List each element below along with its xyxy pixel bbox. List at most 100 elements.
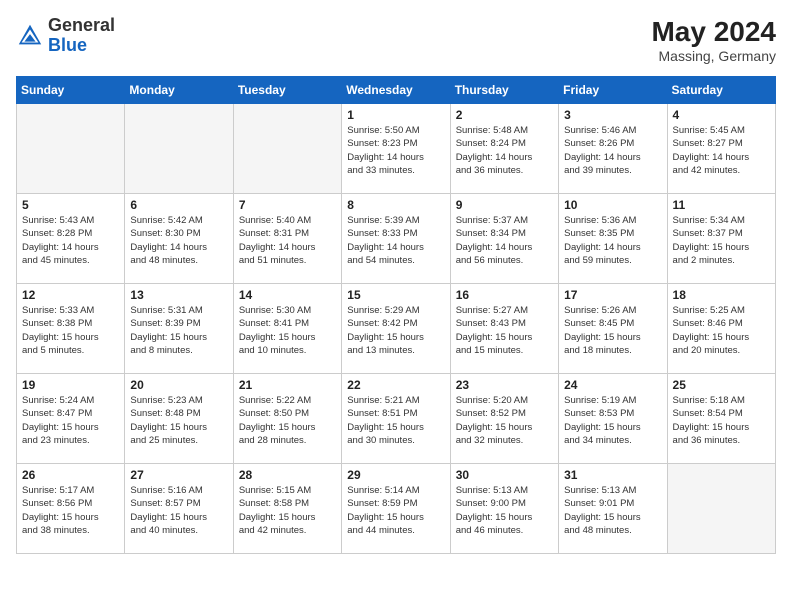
day-number: 23 bbox=[456, 378, 553, 392]
calendar-day: 25 Sunrise: 5:18 AM Sunset: 8:54 PM Dayli… bbox=[667, 374, 775, 464]
day-number: 7 bbox=[239, 198, 336, 212]
day-number: 24 bbox=[564, 378, 661, 392]
calendar-day: 2 Sunrise: 5:48 AM Sunset: 8:24 PM Daylig… bbox=[450, 104, 558, 194]
logo: General Blue bbox=[16, 16, 115, 56]
weekday-header: Saturday bbox=[667, 77, 775, 104]
day-info: Sunrise: 5:21 AM Sunset: 8:51 PM Dayligh… bbox=[347, 394, 444, 447]
calendar-day: 6 Sunrise: 5:42 AM Sunset: 8:30 PM Daylig… bbox=[125, 194, 233, 284]
calendar-day: 12 Sunrise: 5:33 AM Sunset: 8:38 PM Dayli… bbox=[17, 284, 125, 374]
day-number: 9 bbox=[456, 198, 553, 212]
calendar-day: 8 Sunrise: 5:39 AM Sunset: 8:33 PM Daylig… bbox=[342, 194, 450, 284]
title-block: May 2024 Massing, Germany bbox=[651, 16, 776, 64]
calendar-day: 26 Sunrise: 5:17 AM Sunset: 8:56 PM Dayli… bbox=[17, 464, 125, 554]
day-info: Sunrise: 5:50 AM Sunset: 8:23 PM Dayligh… bbox=[347, 124, 444, 177]
day-info: Sunrise: 5:31 AM Sunset: 8:39 PM Dayligh… bbox=[130, 304, 227, 357]
calendar-day bbox=[125, 104, 233, 194]
calendar-day: 23Sunrise: 5:20 AM Sunset: 8:52 PM Dayli… bbox=[450, 374, 558, 464]
month-year: May 2024 bbox=[651, 16, 776, 48]
weekday-header: Friday bbox=[559, 77, 667, 104]
day-number: 28 bbox=[239, 468, 336, 482]
day-info: Sunrise: 5:48 AM Sunset: 8:24 PM Dayligh… bbox=[456, 124, 553, 177]
calendar-day: 14 Sunrise: 5:30 AM Sunset: 8:41 PM Dayli… bbox=[233, 284, 341, 374]
calendar-day: 27 Sunrise: 5:16 AM Sunset: 8:57 PM Dayli… bbox=[125, 464, 233, 554]
day-number: 29 bbox=[347, 468, 444, 482]
day-number: 27 bbox=[130, 468, 227, 482]
calendar-day: 9Sunrise: 5:37 AM Sunset: 8:34 PM Daylig… bbox=[450, 194, 558, 284]
calendar-day: 29Sunrise: 5:14 AM Sunset: 8:59 PM Dayli… bbox=[342, 464, 450, 554]
calendar-day: 3 Sunrise: 5:46 AM Sunset: 8:26 PM Daylig… bbox=[559, 104, 667, 194]
day-number: 6 bbox=[130, 198, 227, 212]
day-info: Sunrise: 5:40 AM Sunset: 8:31 PM Dayligh… bbox=[239, 214, 336, 267]
day-number: 15 bbox=[347, 288, 444, 302]
calendar-day: 7 Sunrise: 5:40 AM Sunset: 8:31 PM Daylig… bbox=[233, 194, 341, 284]
weekday-header-row: SundayMondayTuesdayWednesdayThursdayFrid… bbox=[17, 77, 776, 104]
day-info: Sunrise: 5:36 AM Sunset: 8:35 PM Dayligh… bbox=[564, 214, 661, 267]
calendar-day: 13 Sunrise: 5:31 AM Sunset: 8:39 PM Dayli… bbox=[125, 284, 233, 374]
calendar-day: 28 Sunrise: 5:15 AM Sunset: 8:58 PM Dayli… bbox=[233, 464, 341, 554]
day-number: 31 bbox=[564, 468, 661, 482]
day-info: Sunrise: 5:34 AM Sunset: 8:37 PM Dayligh… bbox=[673, 214, 770, 267]
day-info: Sunrise: 5:13 AM Sunset: 9:00 PM Dayligh… bbox=[456, 484, 553, 537]
day-number: 8 bbox=[347, 198, 444, 212]
day-number: 18 bbox=[673, 288, 770, 302]
location: Massing, Germany bbox=[651, 48, 776, 64]
day-info: Sunrise: 5:26 AM Sunset: 8:45 PM Dayligh… bbox=[564, 304, 661, 357]
day-info: Sunrise: 5:17 AM Sunset: 8:56 PM Dayligh… bbox=[22, 484, 119, 537]
day-number: 10 bbox=[564, 198, 661, 212]
day-info: Sunrise: 5:18 AM Sunset: 8:54 PM Dayligh… bbox=[673, 394, 770, 447]
day-info: Sunrise: 5:29 AM Sunset: 8:42 PM Dayligh… bbox=[347, 304, 444, 357]
calendar-day: 11Sunrise: 5:34 AM Sunset: 8:37 PM Dayli… bbox=[667, 194, 775, 284]
day-info: Sunrise: 5:45 AM Sunset: 8:27 PM Dayligh… bbox=[673, 124, 770, 177]
day-number: 20 bbox=[130, 378, 227, 392]
day-number: 19 bbox=[22, 378, 119, 392]
weekday-header: Tuesday bbox=[233, 77, 341, 104]
day-info: Sunrise: 5:46 AM Sunset: 8:26 PM Dayligh… bbox=[564, 124, 661, 177]
logo-blue: Blue bbox=[48, 35, 87, 55]
calendar-table: SundayMondayTuesdayWednesdayThursdayFrid… bbox=[16, 76, 776, 554]
day-info: Sunrise: 5:22 AM Sunset: 8:50 PM Dayligh… bbox=[239, 394, 336, 447]
day-info: Sunrise: 5:16 AM Sunset: 8:57 PM Dayligh… bbox=[130, 484, 227, 537]
weekday-header: Thursday bbox=[450, 77, 558, 104]
logo-general: General bbox=[48, 15, 115, 35]
day-info: Sunrise: 5:33 AM Sunset: 8:38 PM Dayligh… bbox=[22, 304, 119, 357]
calendar-week-row: 5Sunrise: 5:43 AM Sunset: 8:28 PM Daylig… bbox=[17, 194, 776, 284]
weekday-header: Monday bbox=[125, 77, 233, 104]
day-number: 30 bbox=[456, 468, 553, 482]
day-number: 13 bbox=[130, 288, 227, 302]
day-info: Sunrise: 5:39 AM Sunset: 8:33 PM Dayligh… bbox=[347, 214, 444, 267]
calendar-week-row: 19 Sunrise: 5:24 AM Sunset: 8:47 PM Dayli… bbox=[17, 374, 776, 464]
calendar-day bbox=[667, 464, 775, 554]
calendar-day: 19 Sunrise: 5:24 AM Sunset: 8:47 PM Dayli… bbox=[17, 374, 125, 464]
calendar-day: 18 Sunrise: 5:25 AM Sunset: 8:46 PM Dayli… bbox=[667, 284, 775, 374]
day-number: 3 bbox=[564, 108, 661, 122]
day-number: 2 bbox=[456, 108, 553, 122]
day-info: Sunrise: 5:24 AM Sunset: 8:47 PM Dayligh… bbox=[22, 394, 119, 447]
day-info: Sunrise: 5:25 AM Sunset: 8:46 PM Dayligh… bbox=[673, 304, 770, 357]
calendar-day: 17Sunrise: 5:26 AM Sunset: 8:45 PM Dayli… bbox=[559, 284, 667, 374]
calendar-day: 30 Sunrise: 5:13 AM Sunset: 9:00 PM Dayli… bbox=[450, 464, 558, 554]
calendar-day: 22Sunrise: 5:21 AM Sunset: 8:51 PM Dayli… bbox=[342, 374, 450, 464]
day-number: 26 bbox=[22, 468, 119, 482]
day-number: 1 bbox=[347, 108, 444, 122]
logo-text: General Blue bbox=[48, 16, 115, 56]
calendar-day: 20 Sunrise: 5:23 AM Sunset: 8:48 PM Dayli… bbox=[125, 374, 233, 464]
calendar-week-row: 1 Sunrise: 5:50 AM Sunset: 8:23 PM Daylig… bbox=[17, 104, 776, 194]
calendar-week-row: 26 Sunrise: 5:17 AM Sunset: 8:56 PM Dayli… bbox=[17, 464, 776, 554]
day-info: Sunrise: 5:30 AM Sunset: 8:41 PM Dayligh… bbox=[239, 304, 336, 357]
day-number: 21 bbox=[239, 378, 336, 392]
weekday-header: Wednesday bbox=[342, 77, 450, 104]
day-number: 12 bbox=[22, 288, 119, 302]
calendar-day: 15 Sunrise: 5:29 AM Sunset: 8:42 PM Dayli… bbox=[342, 284, 450, 374]
day-number: 14 bbox=[239, 288, 336, 302]
weekday-header: Sunday bbox=[17, 77, 125, 104]
calendar-day: 24 Sunrise: 5:19 AM Sunset: 8:53 PM Dayli… bbox=[559, 374, 667, 464]
day-info: Sunrise: 5:42 AM Sunset: 8:30 PM Dayligh… bbox=[130, 214, 227, 267]
calendar-day: 10 Sunrise: 5:36 AM Sunset: 8:35 PM Dayli… bbox=[559, 194, 667, 284]
logo-icon bbox=[16, 22, 44, 50]
calendar-day: 21 Sunrise: 5:22 AM Sunset: 8:50 PM Dayli… bbox=[233, 374, 341, 464]
page-header: General Blue May 2024 Massing, Germany bbox=[16, 16, 776, 64]
day-info: Sunrise: 5:15 AM Sunset: 8:58 PM Dayligh… bbox=[239, 484, 336, 537]
day-info: Sunrise: 5:23 AM Sunset: 8:48 PM Dayligh… bbox=[130, 394, 227, 447]
day-info: Sunrise: 5:19 AM Sunset: 8:53 PM Dayligh… bbox=[564, 394, 661, 447]
day-number: 25 bbox=[673, 378, 770, 392]
